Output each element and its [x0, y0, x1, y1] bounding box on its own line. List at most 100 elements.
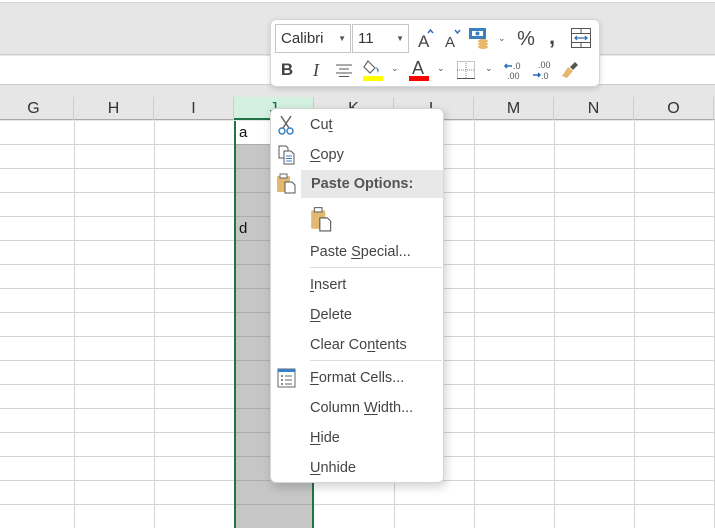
menu-item-copy[interactable]: Copy — [271, 140, 443, 170]
svg-text:.0: .0 — [513, 61, 521, 71]
paste-icon — [277, 173, 296, 194]
copy-icon — [278, 145, 295, 165]
grid-column-line — [554, 121, 555, 528]
currency-icon — [469, 28, 488, 49]
menu-label: nhide — [320, 460, 356, 476]
merge-center-button[interactable] — [570, 27, 592, 49]
menu-item-unhide[interactable]: Unhide — [271, 453, 443, 483]
menu-item-insert[interactable]: Insert — [271, 270, 443, 300]
font-shrink-icon: A — [445, 29, 461, 50]
font-color-icon: A — [409, 58, 429, 81]
menu-accelerator: F — [310, 370, 319, 386]
menu-accelerator: U — [310, 460, 321, 476]
menu-item-hide[interactable]: Hide — [271, 423, 443, 453]
paste-option-icon — [311, 207, 332, 232]
menu-label: ide — [320, 430, 340, 446]
svg-text:.0: .0 — [541, 71, 549, 81]
menu-item-clear-contents[interactable]: Clear Contents — [271, 330, 443, 360]
column-header-o[interactable]: O — [634, 97, 714, 120]
column-header-g[interactable]: G — [0, 97, 74, 120]
menu-accelerator: H — [310, 430, 321, 446]
chevron-down-icon[interactable]: ⌄ — [437, 63, 445, 74]
grid-column-line — [634, 121, 635, 528]
accounting-format-button[interactable] — [468, 26, 492, 50]
italic-icon: I — [313, 59, 319, 80]
menu-item-delete[interactable]: Delete — [271, 300, 443, 330]
paste-option-keep-formatting[interactable] — [271, 203, 443, 235]
menu-accelerator: C — [310, 147, 321, 163]
comma-icon: , — [548, 24, 556, 49]
grid-column-line — [474, 121, 475, 528]
svg-text:A: A — [412, 58, 424, 78]
font-name-value: Calibri — [281, 30, 324, 47]
chevron-down-icon: ▼ — [396, 34, 404, 43]
format-painter-button[interactable] — [560, 58, 582, 80]
center-align-button[interactable] — [333, 60, 355, 80]
decrease-decimal-icon: .00 .0 — [533, 60, 551, 81]
chevron-down-icon[interactable]: ⌄ — [485, 63, 493, 74]
decrease-decimal-button[interactable]: .00 .0 — [531, 58, 555, 82]
comma-style-button[interactable]: , — [543, 24, 561, 50]
font-size-dropdown[interactable]: 11 ▼ — [352, 24, 409, 53]
menu-separator — [310, 360, 442, 361]
paste-options-header: Paste Options: — [301, 170, 443, 198]
column-header-m[interactable]: M — [474, 97, 554, 120]
menu-accelerator: t — [328, 117, 333, 133]
decrease-font-size-button[interactable]: A — [441, 27, 463, 51]
menu-label: ormat Cells... — [318, 370, 405, 386]
chevron-down-icon[interactable]: ⌄ — [391, 63, 399, 74]
percent-icon: % — [517, 27, 535, 50]
menu-separator — [310, 267, 442, 268]
grid-row-line — [0, 504, 715, 505]
column-header-n[interactable]: N — [554, 97, 634, 120]
menu-label: opy — [320, 147, 344, 163]
cell-j1[interactable]: a — [239, 124, 247, 141]
merge-center-icon — [571, 28, 591, 48]
bold-icon: B — [280, 60, 294, 79]
context-menu: Cut Copy Paste Options: Paste Special...… — [270, 108, 444, 483]
cell-j5[interactable]: d — [239, 220, 247, 237]
menu-accelerator: D — [310, 307, 321, 323]
font-color-button[interactable]: A — [407, 57, 431, 83]
increase-font-size-button[interactable]: A — [414, 27, 436, 51]
menu-item-column-width[interactable]: Column Width... — [271, 393, 443, 423]
svg-text:A: A — [418, 32, 430, 50]
grid-column-line — [74, 121, 75, 528]
increase-decimal-icon: .0 .00 — [503, 61, 521, 81]
format-painter-icon — [562, 62, 578, 78]
menu-label: Cu — [310, 117, 329, 133]
align-center-icon — [336, 64, 352, 77]
column-header-i[interactable]: I — [154, 97, 234, 120]
increase-decimal-button[interactable]: .0 .00 — [503, 58, 527, 82]
chevron-down-icon: ▼ — [338, 34, 346, 43]
menu-label: pecial... — [360, 244, 411, 260]
grid-column-line — [154, 121, 155, 528]
scissors-icon — [278, 115, 294, 135]
menu-item-format-cells[interactable]: Format Cells... — [271, 363, 443, 393]
mini-toolbar: Calibri ▼ 11 ▼ A A ⌄ % , B I ⌄ A ⌄ ⌄ .0 … — [270, 19, 600, 87]
font-name-dropdown[interactable]: Calibri ▼ — [275, 24, 351, 53]
menu-label: tents — [375, 337, 407, 353]
menu-item-paste-special[interactable]: Paste Special... — [271, 237, 443, 267]
paste-options-label: Paste Options: — [311, 176, 414, 192]
svg-text:.00: .00 — [538, 60, 551, 70]
selected-column-row-line — [236, 504, 312, 505]
menu-accelerator: S — [351, 244, 361, 260]
menu-label: Column — [310, 400, 364, 416]
borders-icon — [457, 61, 475, 79]
borders-button[interactable] — [455, 59, 477, 81]
column-header-h[interactable]: H — [74, 97, 154, 120]
chevron-down-icon[interactable]: ⌄ — [498, 33, 506, 44]
fill-color-button[interactable] — [361, 57, 385, 83]
format-cells-icon — [277, 368, 296, 388]
percent-style-button[interactable]: % — [514, 26, 538, 52]
menu-label: idth... — [377, 400, 414, 416]
menu-label: nsert — [314, 277, 347, 293]
font-size-value: 11 — [358, 30, 374, 47]
italic-button[interactable]: I — [306, 58, 326, 82]
menu-label: elete — [320, 307, 352, 323]
menu-item-cut[interactable]: Cut — [271, 110, 443, 140]
title-bar-edge — [0, 0, 715, 3]
bold-button[interactable]: B — [277, 58, 297, 82]
svg-text:.00: .00 — [507, 71, 520, 81]
